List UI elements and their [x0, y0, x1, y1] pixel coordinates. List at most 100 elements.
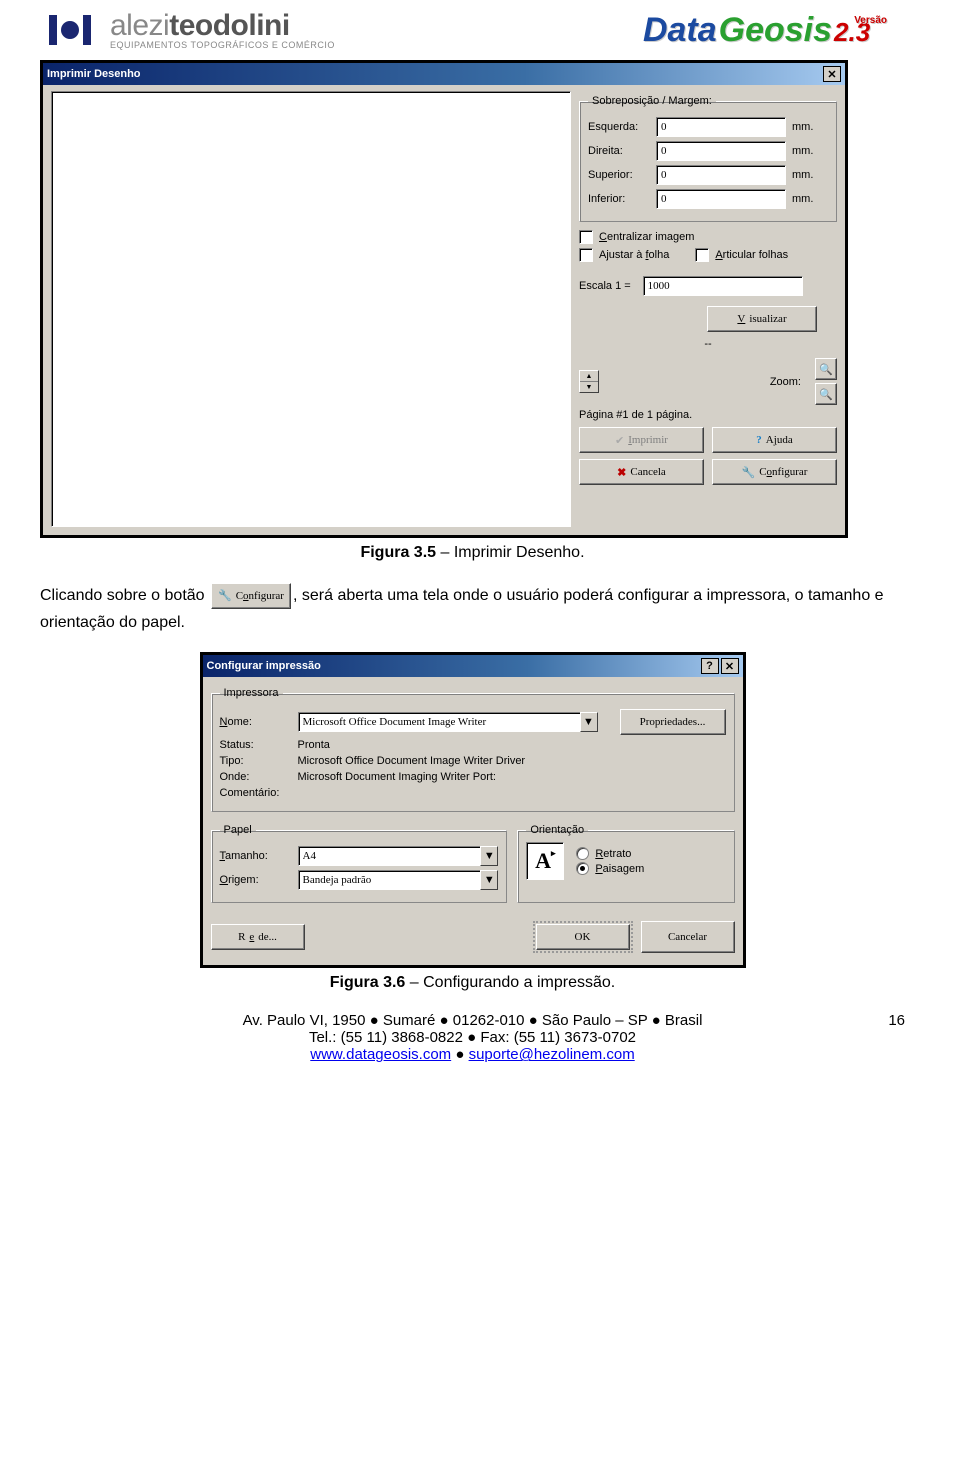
unit-mm: mm. — [792, 145, 813, 157]
titlebar: Configurar impressão ? ✕ — [203, 655, 743, 677]
label-inferior: Inferior: — [588, 193, 650, 205]
group-margins: Sobreposição / Margem: Esquerda: mm. Dir… — [579, 95, 837, 222]
product-b: Geosis — [719, 11, 832, 50]
logo-datageosis: DataGeosis2.3 Versão — [643, 11, 905, 50]
checkbox-articular[interactable] — [695, 248, 709, 262]
page-spinner[interactable]: ▲ ▼ — [579, 370, 599, 393]
label-esquerda: Esquerda: — [588, 121, 650, 133]
combo-origem[interactable] — [298, 870, 481, 890]
footer-sep: ● — [451, 1046, 468, 1063]
dialog-imprimir-desenho: Imprimir Desenho ✕ Sobreposição / Margem… — [40, 60, 848, 538]
button-propriedades[interactable]: Propriedades... — [620, 709, 726, 735]
status-dashes: -- — [579, 338, 837, 350]
product-a: Data — [643, 11, 717, 50]
unit-mm: mm. — [792, 121, 813, 133]
label-tamanho: Tamanho: — [220, 850, 292, 862]
button-visualizar[interactable]: Visualizar — [707, 306, 817, 332]
unit-mm: mm. — [792, 169, 813, 181]
input-superior[interactable] — [656, 165, 786, 185]
label-nome: Nome: — [220, 716, 292, 728]
legend-impressora: Impressora — [220, 687, 283, 699]
caption-fig35: Figura 3.5 – Imprimir Desenho. — [40, 544, 905, 562]
label-retrato: Retrato — [595, 848, 631, 860]
value-status: Pronta — [298, 739, 330, 751]
button-imprimir[interactable]: ✔ Imprimir — [579, 427, 704, 453]
preview-canvas — [51, 91, 571, 527]
document-header: aleziteodolini EQUIPAMENTOS TOPOGRÁFICOS… — [40, 10, 905, 50]
label-direita: Direita: — [588, 145, 650, 157]
combo-nome[interactable] — [298, 712, 580, 732]
zoom-in-icon[interactable]: 🔍 — [815, 358, 837, 380]
version-word: Versão — [854, 15, 887, 26]
label-comentario: Comentário: — [220, 787, 292, 799]
group-impressora: Impressora Nome: ▼ Propriedades... Statu… — [211, 687, 735, 812]
close-icon[interactable]: ✕ — [721, 658, 739, 674]
checkbox-ajustar[interactable] — [579, 248, 593, 262]
chevron-up-icon[interactable]: ▲ — [580, 371, 598, 382]
brand-bold: teodolini — [169, 9, 289, 42]
label-ajustar: Ajustar à folha — [599, 249, 669, 261]
dialog-configurar-impressao: Configurar impressão ? ✕ Impressora Nome… — [200, 652, 746, 968]
label-escala: Escala 1 = — [579, 280, 631, 292]
wrench-icon: 🔧 — [742, 466, 756, 479]
footer-link-site[interactable]: www.datageosis.com — [310, 1046, 451, 1063]
label-centralizar: Centralizar imagem — [599, 231, 694, 243]
button-configurar[interactable]: 🔧 Configurar — [712, 459, 837, 485]
zoom-out-icon[interactable]: 🔍 — [815, 383, 837, 405]
button-rede[interactable]: Rede... — [211, 924, 305, 950]
dialog-title: Configurar impressão — [207, 660, 321, 672]
page-footer: Av. Paulo VI, 1950 ● Sumaré ● 01262-010 … — [40, 1012, 905, 1063]
help-icon: ? — [756, 434, 762, 446]
titlebar: Imprimir Desenho ✕ — [43, 63, 845, 85]
button-ajuda[interactable]: ? Ajuda — [712, 427, 837, 453]
radio-paisagem[interactable] — [576, 862, 589, 875]
group-orientacao: Orientação A▸ Retrato Pai — [517, 824, 734, 903]
orientation-icon: A▸ — [526, 842, 564, 880]
checkbox-centralizar[interactable] — [579, 230, 593, 244]
group-margins-legend: Sobreposição / Margem: — [588, 95, 716, 107]
input-escala[interactable] — [643, 276, 803, 296]
footer-link-email[interactable]: suporte@hezolinem.com — [469, 1046, 635, 1063]
dialog-title: Imprimir Desenho — [47, 68, 141, 80]
combo-tamanho[interactable] — [298, 846, 481, 866]
button-cancelar[interactable]: Cancelar — [641, 921, 735, 953]
body-paragraph: Clicando sobre o botão 🔧 Configurar , se… — [40, 582, 905, 636]
page-number: 16 — [888, 1012, 905, 1029]
label-onde: Onde: — [220, 771, 292, 783]
legend-papel: Papel — [220, 824, 256, 836]
help-icon[interactable]: ? — [701, 658, 719, 674]
input-inferior[interactable] — [656, 189, 786, 209]
input-esquerda[interactable] — [656, 117, 786, 137]
button-cancela[interactable]: ✖ Cancela — [579, 459, 704, 485]
button-ok[interactable]: OK — [536, 924, 630, 950]
wrench-icon: 🔧 — [218, 589, 232, 602]
group-papel: Papel Tamanho: ▼ Origem: ▼ — [211, 824, 508, 903]
brand-sub: EQUIPAMENTOS TOPOGRÁFICOS E COMÉRCIO — [110, 41, 335, 50]
input-direita[interactable] — [656, 141, 786, 161]
x-icon: ✖ — [617, 466, 626, 479]
logo-alezi: aleziteodolini EQUIPAMENTOS TOPOGRÁFICOS… — [40, 10, 335, 50]
value-tipo: Microsoft Office Document Image Writer D… — [298, 755, 526, 767]
label-zoom: Zoom: — [770, 376, 801, 388]
chevron-down-icon[interactable]: ▼ — [480, 846, 498, 866]
chevron-down-icon[interactable]: ▼ — [480, 870, 498, 890]
footer-line2: Tel.: (55 11) 3868-0822 ● Fax: (55 11) 3… — [40, 1029, 905, 1046]
check-icon: ✔ — [615, 434, 624, 447]
label-tipo: Tipo: — [220, 755, 292, 767]
chevron-down-icon[interactable]: ▼ — [580, 382, 598, 392]
unit-mm: mm. — [792, 193, 813, 205]
radio-retrato[interactable] — [576, 847, 589, 860]
label-articular: Articular folhas — [715, 249, 788, 261]
caption-fig36: Figura 3.6 – Configurando a impressão. — [40, 974, 905, 992]
footer-line1: Av. Paulo VI, 1950 ● Sumaré ● 01262-010 … — [40, 1012, 905, 1029]
label-status: Status: — [220, 739, 292, 751]
page-status: Página #1 de 1 página. — [579, 409, 837, 421]
inline-button-configurar: 🔧 Configurar — [211, 583, 291, 609]
chevron-down-icon[interactable]: ▼ — [580, 712, 598, 732]
label-superior: Superior: — [588, 169, 650, 181]
close-icon[interactable]: ✕ — [823, 66, 841, 82]
logo-mark-icon — [40, 10, 100, 50]
brand-text: alezi — [110, 9, 169, 42]
label-paisagem: Paisagem — [595, 863, 644, 875]
legend-orientacao: Orientação — [526, 824, 588, 836]
